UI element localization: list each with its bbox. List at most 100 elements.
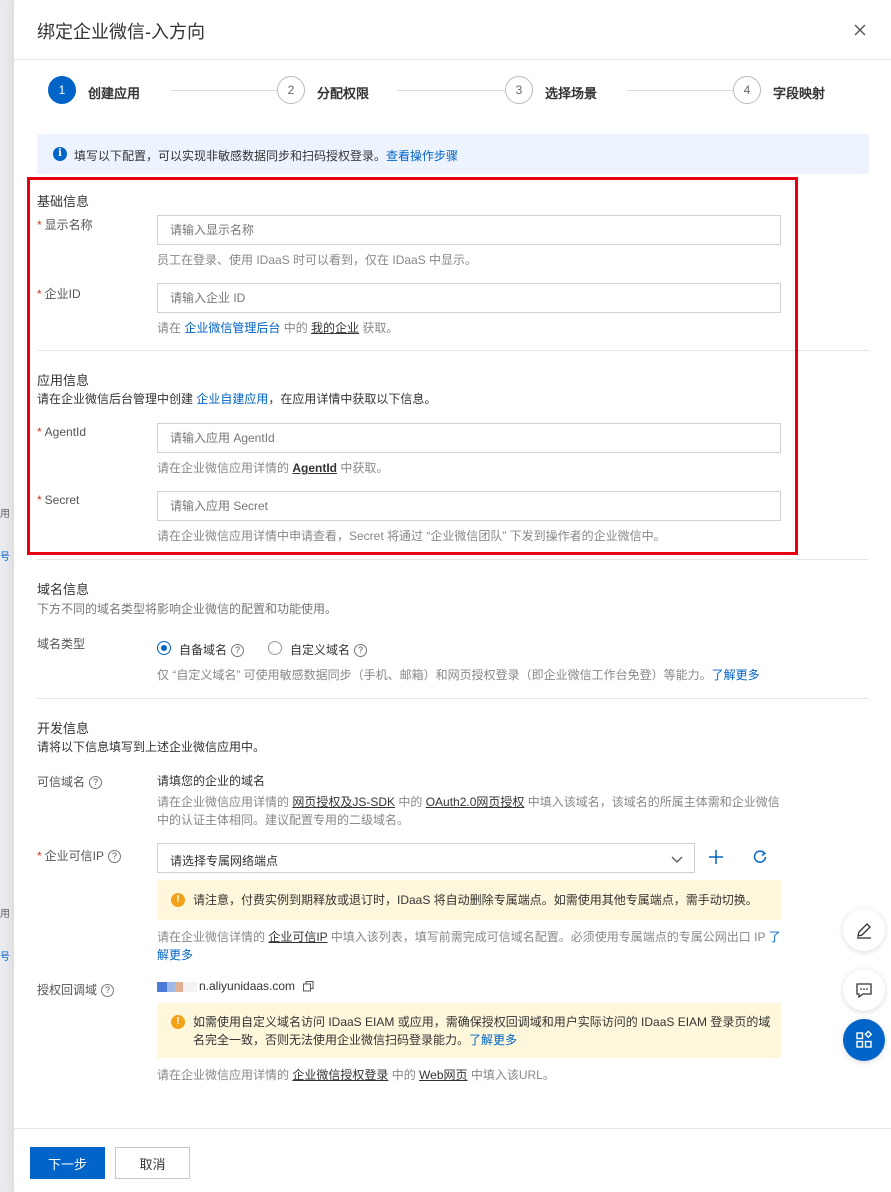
background-link: 号 [0,552,10,563]
radio-own-domain-label: 自备域名? [179,641,245,658]
trusted-domain-label: 可信域名? [37,773,103,790]
info-banner-text: 填写以下配置，可以实现非敏感数据同步和扫码授权登录。查看操作步骤 [74,149,459,163]
chevron-down-icon [671,856,683,863]
question-icon[interactable]: ? [89,776,103,790]
learn-more-link[interactable]: 了解更多 [469,1033,517,1047]
dialog-footer: 下一步 取消 [14,1128,891,1192]
trusted-ip-hint: 请在企业微信详情的 企业可信IP 中填入该列表，填写前需完成可信域名配置。必须使… [157,930,781,944]
background-link: 号 [0,952,10,963]
domain-info-desc: 下方不同的域名类型将影响企业微信的配置和功能使用。 [37,602,338,616]
callback-hint: 请在企业微信应用详情的 企业微信授权登录 中的 Web网页 中填入该URL。 [157,1068,555,1082]
learn-more-link[interactable]: 了 [769,930,781,944]
domain-info-title: 域名信息 [37,582,90,597]
endpoint-select-value: 请选择专属网络端点 [170,854,279,868]
background-text: 用 [0,509,10,520]
trusted-ip-label: * 企业可信IP? [37,847,122,864]
corp-id-input[interactable] [157,283,781,313]
display-name-input[interactable] [157,215,781,245]
radio-custom-domain-label: 自定义域名? [290,641,368,658]
my-company-link[interactable]: 我的企业 [311,321,359,335]
radio-custom-domain[interactable] [268,641,282,655]
corp-id-hint: 请在 企业微信管理后台 中的 我的企业 获取。 [157,321,399,335]
question-icon[interactable]: ? [101,984,115,998]
step-connector [627,90,733,91]
trusted-domain-hint: 请在企业微信应用详情的 网页授权及JS-SDK 中的 OAuth2.0网页授权 … [157,795,780,809]
secret-hint: 请在企业微信应用详情中申请查看，Secret 将通过 “企业微信团队” 下发到操… [157,529,666,543]
question-icon[interactable]: ? [231,644,245,658]
info-banner: i 填写以下配置，可以实现非敏感数据同步和扫码授权登录。查看操作步骤 [37,134,869,174]
dev-info-desc: 请将以下信息填写到上述企业微信应用中。 [37,740,266,754]
wecom-auth-login-link[interactable]: 企业微信授权登录 [292,1068,388,1082]
masked-url-prefix [157,981,197,992]
radio-own-domain[interactable] [157,641,171,655]
background-page [0,0,14,1192]
copy-icon[interactable] [303,981,314,992]
endpoint-select[interactable]: 请选择专属网络端点 [157,843,695,873]
refresh-icon[interactable] [751,848,769,866]
step-4-number: 4 [733,76,761,104]
dev-info-title: 开发信息 [37,721,90,736]
section-divider [37,559,869,560]
step-2-number: 2 [277,76,305,104]
step-connector [171,90,277,91]
endpoint-warning-text: 请注意，付费实例到期释放或退订时，IDaaS 将自动删除专属端点。如需使用其他专… [193,893,758,907]
section-divider [37,698,869,699]
display-name-hint: 员工在登录、使用 IDaaS 时可以看到，仅在 IDaaS 中显示。 [157,253,478,267]
feedback-float-button[interactable] [843,969,885,1011]
warning-icon: ! [171,893,185,907]
secret-label: * Secret [37,493,80,507]
app-info-desc: 请在企业微信后台管理中创建 企业自建应用，在应用详情中获取以下信息。 [37,392,437,406]
self-built-app-link[interactable]: 企业自建应用 [196,392,268,406]
view-steps-link[interactable]: 查看操作步骤 [386,149,458,163]
info-icon: i [53,147,67,161]
apps-icon [856,1030,873,1048]
question-icon[interactable]: ? [354,644,368,658]
step-connector [397,90,505,91]
dialog-header: 绑定企业微信-入方向 [14,0,891,60]
trusted-domain-hint-line2: 中的认证主体相同。建议配置专用的二级域名。 [157,813,410,827]
plus-icon[interactable] [707,848,725,866]
learn-more-link[interactable]: 了解更多 [712,668,760,682]
jssdk-link[interactable]: 网页授权及JS-SDK [292,795,395,809]
step-1-label: 创建应用 [88,86,141,101]
web-page-link[interactable]: Web网页 [419,1068,467,1082]
edit-float-button[interactable] [843,909,885,951]
step-2-label: 分配权限 [317,86,370,101]
close-icon[interactable] [850,20,870,40]
bind-wecom-dialog: 绑定企业微信-入方向 1 创建应用 2 分配权限 3 选择场景 4 字段映射 i… [14,0,891,1192]
wecom-admin-link[interactable]: 企业微信管理后台 [184,321,280,335]
chat-icon [856,983,872,999]
endpoint-warning: ! 请注意，付费实例到期释放或退订时，IDaaS 将自动删除专属端点。如需使用其… [157,880,781,920]
agent-id-link[interactable]: AgentId [292,461,337,475]
callback-url: n.aliyunidaas.com [157,979,314,993]
domain-type-label: 域名类型 [37,637,86,651]
warning-icon: ! [171,1015,185,1029]
agent-id-input[interactable] [157,423,781,453]
apps-float-button[interactable] [843,1019,885,1061]
step-3-number: 3 [505,76,533,104]
cancel-button[interactable]: 取消 [115,1147,190,1179]
basic-info-title: 基础信息 [37,194,90,209]
oauth-link[interactable]: OAuth2.0网页授权 [426,795,525,809]
app-info-title: 应用信息 [37,373,90,388]
agent-id-label: * AgentId [37,425,87,439]
learn-more-link[interactable]: 解更多 [157,948,193,962]
stepper: 1 创建应用 2 分配权限 3 选择场景 4 字段映射 [48,76,868,106]
step-3-label: 选择场景 [545,86,598,101]
callback-warning-text: 如需使用自定义域名访问 IDaaS EIAM 或应用，需确保授权回调域和用户实际… [193,1015,771,1047]
edit-icon [857,923,871,939]
callback-warning: ! 如需使用自定义域名访问 IDaaS EIAM 或应用，需确保授权回调域和用户… [157,1003,781,1058]
next-button[interactable]: 下一步 [30,1147,105,1179]
trusted-ip-hint-line2: 解更多 [157,946,193,963]
corp-id-label: * 企业ID [37,287,81,301]
callback-domain-label: 授权回调域? [37,981,115,998]
step-1-number: 1 [48,76,76,104]
step-4-label: 字段映射 [773,86,826,101]
domain-type-hint: 仅 “自定义域名” 可使用敏感数据同步（手机、邮箱）和网页授权登录（即企业微信工… [157,668,760,682]
trusted-ip-link[interactable]: 企业可信IP [268,930,327,944]
question-icon[interactable]: ? [108,850,122,864]
section-divider [37,350,869,351]
dialog-title: 绑定企业微信-入方向 [37,22,205,42]
display-name-label: * 显示名称 [37,218,93,232]
secret-input[interactable] [157,491,781,521]
